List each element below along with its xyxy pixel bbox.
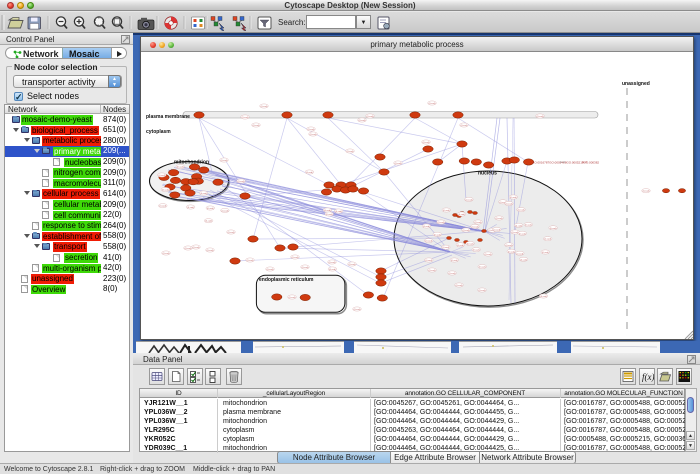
svg-text:(0,sad): (0,sad) (550, 228, 557, 230)
svg-text:(0,sad): (0,sad) (516, 253, 523, 255)
svg-text:(0,sad): (0,sad) (479, 290, 486, 292)
svg-text:unassigned: unassigned (622, 81, 650, 87)
svg-text:(0,sad): (0,sad) (359, 120, 366, 122)
svg-text:nucleus: nucleus (478, 171, 497, 177)
svg-text:(0,sad): (0,sad) (485, 254, 492, 256)
svg-text:(0,sad): (0,sad) (367, 116, 374, 118)
svg-text:(0,sad): (0,sad) (308, 129, 315, 131)
svg-text:(0,sad): (0,sad) (207, 250, 214, 252)
svg-text:(0,sad): (0,sad) (200, 193, 207, 195)
svg-text:(0,sad): (0,sad) (525, 225, 532, 227)
svg-text:(0,sad): (0,sad) (643, 191, 650, 193)
svg-text:cytoplasm: cytoplasm (146, 129, 171, 135)
svg-text:(0,sad): (0,sad) (544, 239, 551, 241)
svg-text:mitochondrion: mitochondrion (174, 160, 209, 166)
svg-text:(0,sad): (0,sad) (354, 309, 361, 311)
svg-text:(0,sad): (0,sad) (395, 163, 402, 165)
svg-text:tr-d: tr-d (560, 160, 565, 164)
svg-text:(0,sad): (0,sad) (261, 106, 268, 108)
svg-text:(0,sad): (0,sad) (519, 233, 526, 235)
svg-text:(0,sad): (0,sad) (423, 142, 430, 144)
svg-text:(0,sad): (0,sad) (475, 222, 482, 224)
svg-text:(0,sad): (0,sad) (158, 175, 165, 177)
svg-text:(0,sad): (0,sad) (520, 259, 527, 261)
svg-text:(0,sad): (0,sad) (228, 232, 235, 234)
svg-text:(0,sad): (0,sad) (443, 210, 450, 212)
svg-text:(0,sad): (0,sad) (221, 160, 228, 162)
svg-text:(0,sad): (0,sad) (423, 226, 430, 228)
svg-text:(0,sad): (0,sad) (508, 251, 515, 253)
svg-text:(0,sad): (0,sad) (292, 257, 299, 259)
svg-text:(0,sad): (0,sad) (326, 214, 333, 216)
svg-text:(0,sad): (0,sad) (510, 197, 517, 199)
svg-text:(0,sad): (0,sad) (162, 190, 169, 192)
svg-text:(0,sad): (0,sad) (329, 262, 336, 264)
svg-text:(0,sad): (0,sad) (458, 214, 465, 216)
svg-text:(0,sad): (0,sad) (207, 208, 214, 210)
svg-text:(0,sad): (0,sad) (425, 241, 432, 243)
svg-text:(0,sad): (0,sad) (242, 117, 249, 119)
svg-text:(0,sad): (0,sad) (465, 199, 472, 201)
svg-text:(0,sad): (0,sad) (461, 125, 468, 127)
svg-text:(0,sad): (0,sad) (193, 247, 200, 249)
svg-text:(0,sad): (0,sad) (349, 264, 356, 266)
svg-text:(0,sad): (0,sad) (537, 116, 544, 118)
svg-text:(0,sad): (0,sad) (335, 211, 342, 213)
svg-text:(0,sad): (0,sad) (457, 245, 464, 247)
svg-text:tr-d: tr-d (582, 160, 587, 164)
svg-text:plasma membrane: plasma membrane (146, 114, 190, 120)
svg-text:(0,sad): (0,sad) (518, 210, 525, 212)
svg-text:(0,sad): (0,sad) (451, 260, 458, 262)
svg-text:(0,sad): (0,sad) (505, 245, 512, 247)
svg-text:(0,sad): (0,sad) (515, 225, 522, 227)
svg-text:(0,sad): (0,sad) (434, 234, 441, 236)
svg-text:f(x): f(x) (642, 372, 654, 382)
svg-text:(0,sad): (0,sad) (479, 267, 486, 269)
svg-text:(0,sad): (0,sad) (473, 250, 480, 252)
svg-text:(0,sad): (0,sad) (310, 134, 317, 136)
svg-text:(0,sad): (0,sad) (177, 167, 184, 169)
svg-text:(0,sad): (0,sad) (512, 232, 519, 234)
svg-text:(0,sad): (0,sad) (438, 222, 445, 224)
svg-text:GO:0016787GO:0005488GO:0005215: GO:0016787GO:0005488GO:0005215GO:000382 (532, 161, 599, 165)
svg-text:(0,sad): (0,sad) (347, 151, 354, 153)
svg-text:(0,sad): (0,sad) (449, 273, 456, 275)
svg-text:(0,sad): (0,sad) (289, 297, 296, 299)
svg-text:(0,sad): (0,sad) (267, 269, 274, 271)
svg-text:(0,sad): (0,sad) (425, 260, 432, 262)
svg-text:(0,sad): (0,sad) (505, 204, 512, 206)
svg-text:(0,sad): (0,sad) (187, 207, 194, 209)
svg-text:(0,sad): (0,sad) (205, 221, 212, 223)
svg-text:(0,sad): (0,sad) (493, 230, 500, 232)
svg-text:(0,sad): (0,sad) (463, 230, 470, 232)
svg-text:(0,sad): (0,sad) (185, 248, 192, 250)
svg-text:endoplasmic reticulum: endoplasmic reticulum (259, 277, 314, 283)
svg-text:(0,sad): (0,sad) (238, 181, 245, 183)
svg-text:(0,sad): (0,sad) (329, 269, 336, 271)
svg-text:(0,sad): (0,sad) (496, 218, 503, 220)
svg-text:(0,sad): (0,sad) (540, 296, 547, 298)
svg-text:(0,sad): (0,sad) (159, 206, 166, 208)
svg-text:(0,sad): (0,sad) (429, 103, 436, 105)
svg-text:(0,sad): (0,sad) (542, 252, 549, 254)
svg-text:(0,sad): (0,sad) (221, 210, 228, 212)
svg-text:(0,sad): (0,sad) (442, 247, 449, 249)
svg-text:(0,sad): (0,sad) (253, 125, 260, 127)
svg-text:(0,sad): (0,sad) (467, 244, 474, 246)
svg-text:(0,sad): (0,sad) (306, 172, 313, 174)
svg-text:(0,sad): (0,sad) (163, 253, 170, 255)
svg-text:(0,sad): (0,sad) (302, 267, 309, 269)
svg-text:(0,sad): (0,sad) (456, 285, 463, 287)
svg-text:(0,sad): (0,sad) (471, 227, 478, 229)
svg-text:(0,sad): (0,sad) (429, 270, 436, 272)
svg-text:(0,sad): (0,sad) (247, 260, 254, 262)
